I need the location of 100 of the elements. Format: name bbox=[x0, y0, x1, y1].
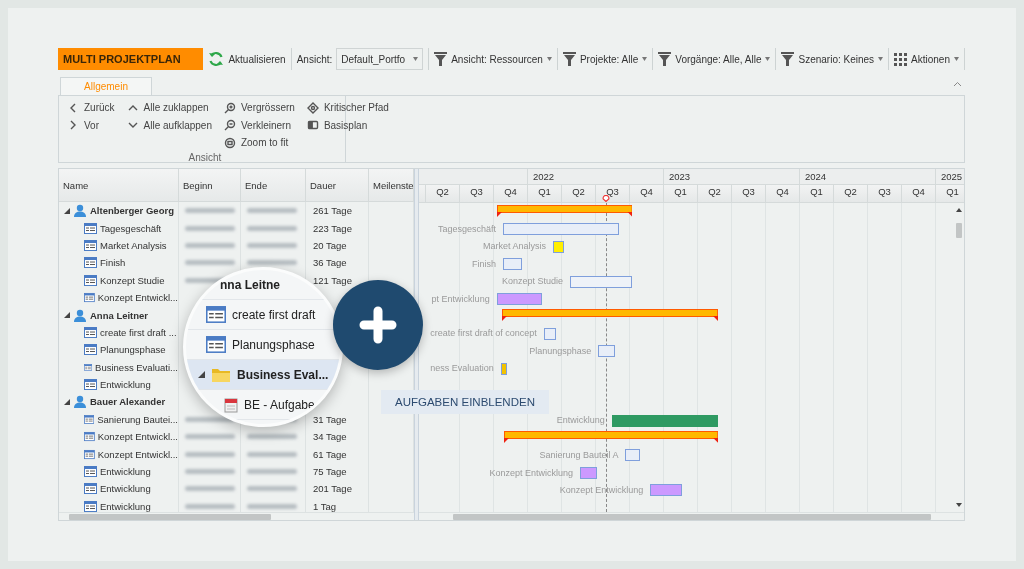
filter-dropdown[interactable]: Vorgänge: Alle, Alle bbox=[658, 52, 771, 66]
task-icon bbox=[84, 431, 95, 443]
task-bar[interactable] bbox=[598, 345, 616, 358]
name-cell: Entwicklung bbox=[100, 483, 151, 495]
folder-icon bbox=[211, 366, 231, 383]
duration-cell: 1 Tag bbox=[313, 500, 337, 512]
task-bar[interactable] bbox=[552, 240, 565, 253]
filter-dropdown[interactable]: Szenario: Keines bbox=[781, 52, 884, 66]
quarter-label: Q3 bbox=[742, 186, 755, 197]
caret-icon bbox=[878, 57, 884, 61]
ribbon-button[interactable]: Alle aufklappen bbox=[124, 116, 214, 134]
name-cell: Bauer Alexander bbox=[90, 396, 166, 408]
task-icon bbox=[84, 466, 97, 478]
filter-icon bbox=[658, 52, 672, 66]
quarter-label: Q2 bbox=[436, 186, 449, 197]
ribbon-button[interactable]: Alle zuklappen bbox=[124, 99, 214, 117]
name-cell: Business Evaluati... bbox=[95, 361, 178, 373]
caret-icon bbox=[413, 57, 419, 61]
zoom-in-icon bbox=[223, 101, 236, 114]
task-icon bbox=[84, 379, 97, 391]
task-bar[interactable] bbox=[503, 258, 522, 271]
task-bar[interactable] bbox=[496, 292, 542, 305]
task-bar[interactable] bbox=[503, 223, 619, 236]
quarter-label: Q4 bbox=[776, 186, 789, 197]
year-label: 2022 bbox=[533, 171, 555, 182]
task-bar[interactable] bbox=[580, 466, 598, 479]
ribbon-button[interactable]: Vergrössern bbox=[221, 99, 297, 117]
view-label: Ansicht: bbox=[296, 53, 333, 65]
quarter-label: Q1 bbox=[946, 186, 959, 197]
today-marker-icon bbox=[601, 195, 610, 202]
bar-label: Konzept Studie bbox=[501, 276, 563, 287]
duration-cell: 20 Tage bbox=[313, 239, 347, 251]
refresh-icon bbox=[208, 51, 225, 67]
zoom-fit-icon bbox=[223, 136, 236, 149]
task-bar[interactable] bbox=[500, 362, 507, 375]
ribbon-button[interactable]: Kritischer Pfad bbox=[304, 99, 391, 117]
ribbon-button[interactable]: Vor bbox=[65, 116, 117, 134]
name-cell: Konzept Entwickl... bbox=[97, 448, 178, 460]
ribbon-button[interactable]: Basisplan bbox=[304, 116, 391, 134]
duration-cell: 31 Tage bbox=[313, 413, 347, 425]
task-icon bbox=[84, 274, 97, 286]
name-cell: Market Analysis bbox=[100, 239, 167, 251]
quarter-label: Q3 bbox=[470, 186, 483, 197]
task-name: Business Eval... bbox=[237, 367, 329, 382]
show-tasks-button[interactable]: AUFGABEN EINBLENDEN bbox=[381, 390, 549, 414]
task-bar[interactable] bbox=[650, 484, 682, 497]
filter-dropdown[interactable]: Projekte: Alle bbox=[562, 52, 648, 66]
duration-cell: 201 Tage bbox=[313, 483, 352, 495]
filter-dropdown[interactable]: Ansicht: Ressourcen bbox=[434, 52, 552, 66]
ribbon-button[interactable]: Verkleinern bbox=[221, 116, 297, 134]
scrollbar-thumb[interactable] bbox=[956, 223, 962, 238]
diamond-icon bbox=[306, 101, 319, 114]
column-header[interactable]: Dauer bbox=[306, 169, 369, 201]
scrollbar-thumb[interactable] bbox=[69, 514, 271, 520]
person-icon bbox=[73, 204, 87, 218]
caret-icon bbox=[765, 57, 771, 61]
bar-label: Planungsphase bbox=[529, 345, 592, 356]
add-button[interactable] bbox=[333, 280, 423, 370]
filter-icon bbox=[781, 52, 795, 66]
bar-label: ness Evaluation bbox=[430, 363, 494, 374]
bar-label: Finish bbox=[472, 258, 497, 269]
plus-icon bbox=[358, 305, 398, 345]
filter-icon bbox=[434, 52, 448, 66]
actions-menu[interactable]: Aktionen bbox=[894, 52, 959, 66]
name-cell: Entwicklung bbox=[100, 379, 151, 391]
bar-label: Konzept Entwicklung bbox=[489, 467, 574, 478]
duration-cell: 121 Tage bbox=[313, 274, 352, 286]
caret-icon bbox=[954, 57, 959, 61]
name-cell: Sanierung Bautei... bbox=[97, 413, 178, 425]
task-bar[interactable] bbox=[625, 449, 641, 462]
app-title: MULTI PROJEKTPLAN bbox=[58, 48, 204, 70]
duration-cell: 34 Tage bbox=[313, 431, 347, 443]
column-header[interactable]: Ende bbox=[241, 169, 306, 201]
task-name: BE - Aufgabe bbox=[244, 397, 315, 412]
bar-label: pt Entwicklung bbox=[431, 293, 490, 304]
view-select[interactable]: Default_Portfo bbox=[336, 48, 424, 70]
refresh-button[interactable]: Aktualisieren bbox=[208, 51, 286, 67]
person-icon bbox=[73, 308, 87, 322]
filter-icon bbox=[562, 52, 576, 66]
scrollbar-thumb[interactable] bbox=[453, 514, 931, 520]
bar-label: Konzept Entwicklung bbox=[559, 484, 644, 495]
zoom-out-icon bbox=[223, 119, 236, 132]
task-bar[interactable] bbox=[569, 275, 633, 288]
grid-icon bbox=[894, 52, 908, 66]
task-icon bbox=[84, 361, 93, 373]
task-name: nna Leitne bbox=[220, 277, 280, 292]
name-cell: create first draft ... bbox=[100, 326, 177, 338]
ribbon-button[interactable]: Zurück bbox=[65, 99, 117, 117]
task-icon bbox=[84, 483, 97, 495]
duration-cell: 36 Tage bbox=[313, 257, 347, 269]
task-icon bbox=[206, 336, 226, 353]
ribbon-button[interactable]: Zoom to fit bbox=[221, 134, 297, 152]
task-bar[interactable] bbox=[611, 414, 718, 427]
task-icon bbox=[206, 306, 226, 323]
column-header[interactable]: Beginn bbox=[179, 169, 241, 201]
task-bar[interactable] bbox=[543, 327, 557, 340]
column-header[interactable]: Name bbox=[59, 169, 179, 201]
quarter-label: Q3 bbox=[878, 186, 891, 197]
quarter-label: Q3 bbox=[606, 186, 619, 197]
year-label: 2025 bbox=[941, 171, 963, 182]
